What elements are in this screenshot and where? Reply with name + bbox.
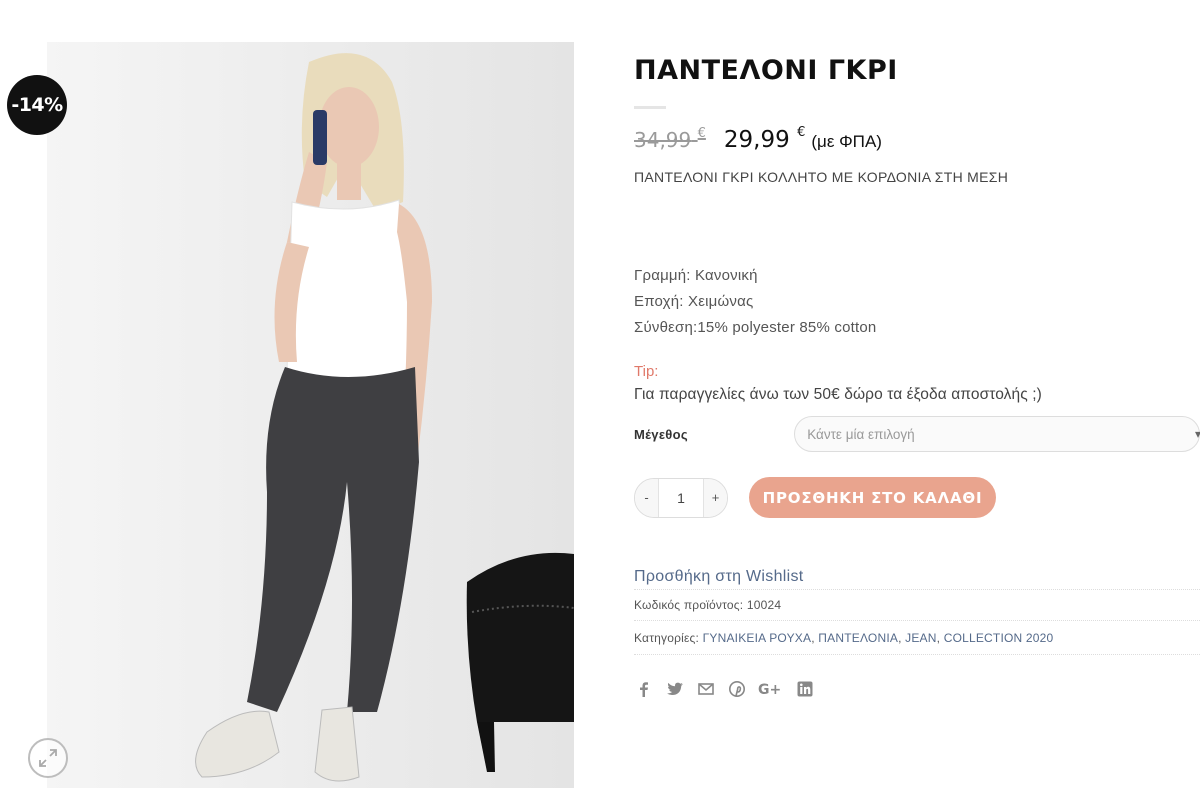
sale-price: 29,99 €: [723, 125, 806, 153]
attribute-composition: Σύνθεση:15% polyester 85% cotton: [634, 319, 877, 336]
zoom-button[interactable]: [28, 738, 68, 778]
chevron-down-icon: ▾: [1194, 427, 1200, 441]
expand-icon: [39, 749, 57, 767]
email-icon[interactable]: [696, 679, 716, 699]
tip-text: Για παραγγελίες άνω των 50€ δώρο τα έξοδ…: [634, 386, 1042, 403]
add-to-cart-row: - + ΠΡΟΣΘΗΚΗ ΣΤΟ ΚΑΛΑΘΙ: [634, 477, 1200, 518]
attribute-season: Εποχή: Χειμώνας: [634, 293, 754, 310]
categories-row: Κατηγορίες: ΓΥΝΑΙΚΕΙΑ ΡΟΥΧΑ, ΠΑΝΤΕΛΟΝΙΑ,…: [634, 621, 1200, 655]
google-plus-icon[interactable]: G+: [758, 679, 784, 699]
product-attributes: Γραμμή: Κανονική Εποχή: Χειμώνας Σύνθεση…: [634, 263, 1200, 341]
facebook-icon[interactable]: [634, 679, 654, 699]
quantity-minus-button[interactable]: -: [635, 478, 659, 517]
sku-row: Κωδικός προϊόντος: 10024: [634, 590, 1200, 621]
product-photo: [47, 42, 574, 788]
category-link-women[interactable]: ΓΥΝΑΙΚΕΙΑ ΡΟΥΧΑ: [703, 631, 812, 645]
add-to-wishlist-link[interactable]: Προσθήκη στη Wishlist: [634, 568, 804, 586]
tip-label: Tip:: [634, 363, 659, 380]
linkedin-icon[interactable]: [795, 679, 815, 699]
quantity-input[interactable]: [659, 478, 703, 517]
size-select-placeholder: Κάντε μία επιλογή: [807, 426, 915, 442]
vat-note: (με ΦΠΑ): [811, 132, 882, 151]
category-link-collection[interactable]: COLLECTION 2020: [944, 631, 1054, 645]
twitter-icon[interactable]: [665, 679, 685, 699]
sku-label: Κωδικός προϊόντος:: [634, 598, 744, 612]
size-variation: Μέγεθος Κάντε μία επιλογή ▾: [634, 416, 1200, 452]
size-select[interactable]: Κάντε μία επιλογή ▾: [794, 416, 1200, 452]
product-image[interactable]: [47, 42, 574, 788]
attribute-line: Γραμμή: Κανονική: [634, 267, 758, 284]
sku-value: 10024: [746, 598, 782, 612]
size-label: Μέγεθος: [634, 426, 688, 442]
svg-text:G+: G+: [758, 682, 781, 698]
pinterest-icon[interactable]: [727, 679, 747, 699]
category-link-trousers[interactable]: ΠΑΝΤΕΛΟΝΙΑ: [818, 631, 898, 645]
quantity-stepper: - +: [634, 477, 728, 518]
quantity-plus-button[interactable]: +: [703, 478, 727, 517]
old-price: 34,99 €: [634, 126, 706, 152]
product-meta: Κωδικός προϊόντος: 10024 Κατηγορίες: ΓΥΝ…: [634, 589, 1200, 655]
price-row: 34,99 € 29,99 € (με ΦΠΑ): [634, 125, 1200, 153]
short-description: ΠΑΝΤΕΛΟΝΙ ΓΚΡΙ ΚΟΛΛΗΤΟ ΜΕ ΚΟΡΔΟΝΙΑ ΣΤΗ Μ…: [634, 169, 1009, 185]
categories-label: Κατηγορίες:: [634, 631, 700, 645]
add-to-cart-button[interactable]: ΠΡΟΣΘΗΚΗ ΣΤΟ ΚΑΛΑΘΙ: [749, 477, 996, 518]
product-summary: ΠΑΝΤΕΛΟΝΙ ΓΚΡΙ 34,99 € 29,99 € (με ΦΠΑ) …: [634, 52, 1200, 699]
share-icons: G+: [634, 679, 1200, 699]
product-title: ΠΑΝΤΕΛΟΝΙ ΓΚΡΙ: [634, 55, 898, 86]
sale-badge: -14%: [7, 75, 67, 135]
title-divider: [634, 106, 666, 109]
category-link-jean[interactable]: JEAN: [905, 631, 936, 645]
